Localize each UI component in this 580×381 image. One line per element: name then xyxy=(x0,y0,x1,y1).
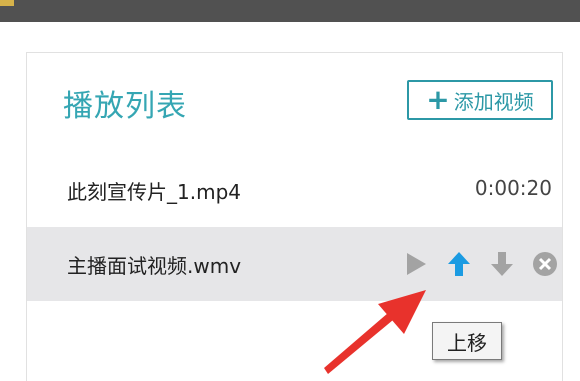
move-up-icon[interactable] xyxy=(444,249,474,279)
tooltip-move-up: 上移 xyxy=(432,322,502,360)
file-duration: 0:00:20 xyxy=(474,176,552,200)
top-bar xyxy=(0,0,580,22)
row-actions xyxy=(388,249,560,279)
file-name: 此刻宣传片_1.mp4 xyxy=(67,180,241,204)
remove-icon[interactable] xyxy=(530,249,560,279)
window-accent xyxy=(0,0,14,6)
playlist-header: 播放列表 + 添加视频 xyxy=(27,53,562,149)
file-name: 主播面试视频.wmv xyxy=(67,254,242,278)
playlist-title: 播放列表 xyxy=(63,89,187,124)
play-icon[interactable] xyxy=(401,249,431,279)
add-video-label: 添加视频 xyxy=(453,89,534,114)
list-item[interactable]: 此刻宣传片_1.mp4 0:00:20 xyxy=(27,153,562,227)
add-video-button[interactable]: + 添加视频 xyxy=(407,80,553,120)
move-down-icon[interactable] xyxy=(487,249,517,279)
list-item-selected[interactable]: 主播面试视频.wmv xyxy=(27,227,562,301)
plus-icon: + xyxy=(426,83,450,116)
playlist-list: 此刻宣传片_1.mp4 0:00:20 主播面试视频.wmv xyxy=(27,153,562,301)
